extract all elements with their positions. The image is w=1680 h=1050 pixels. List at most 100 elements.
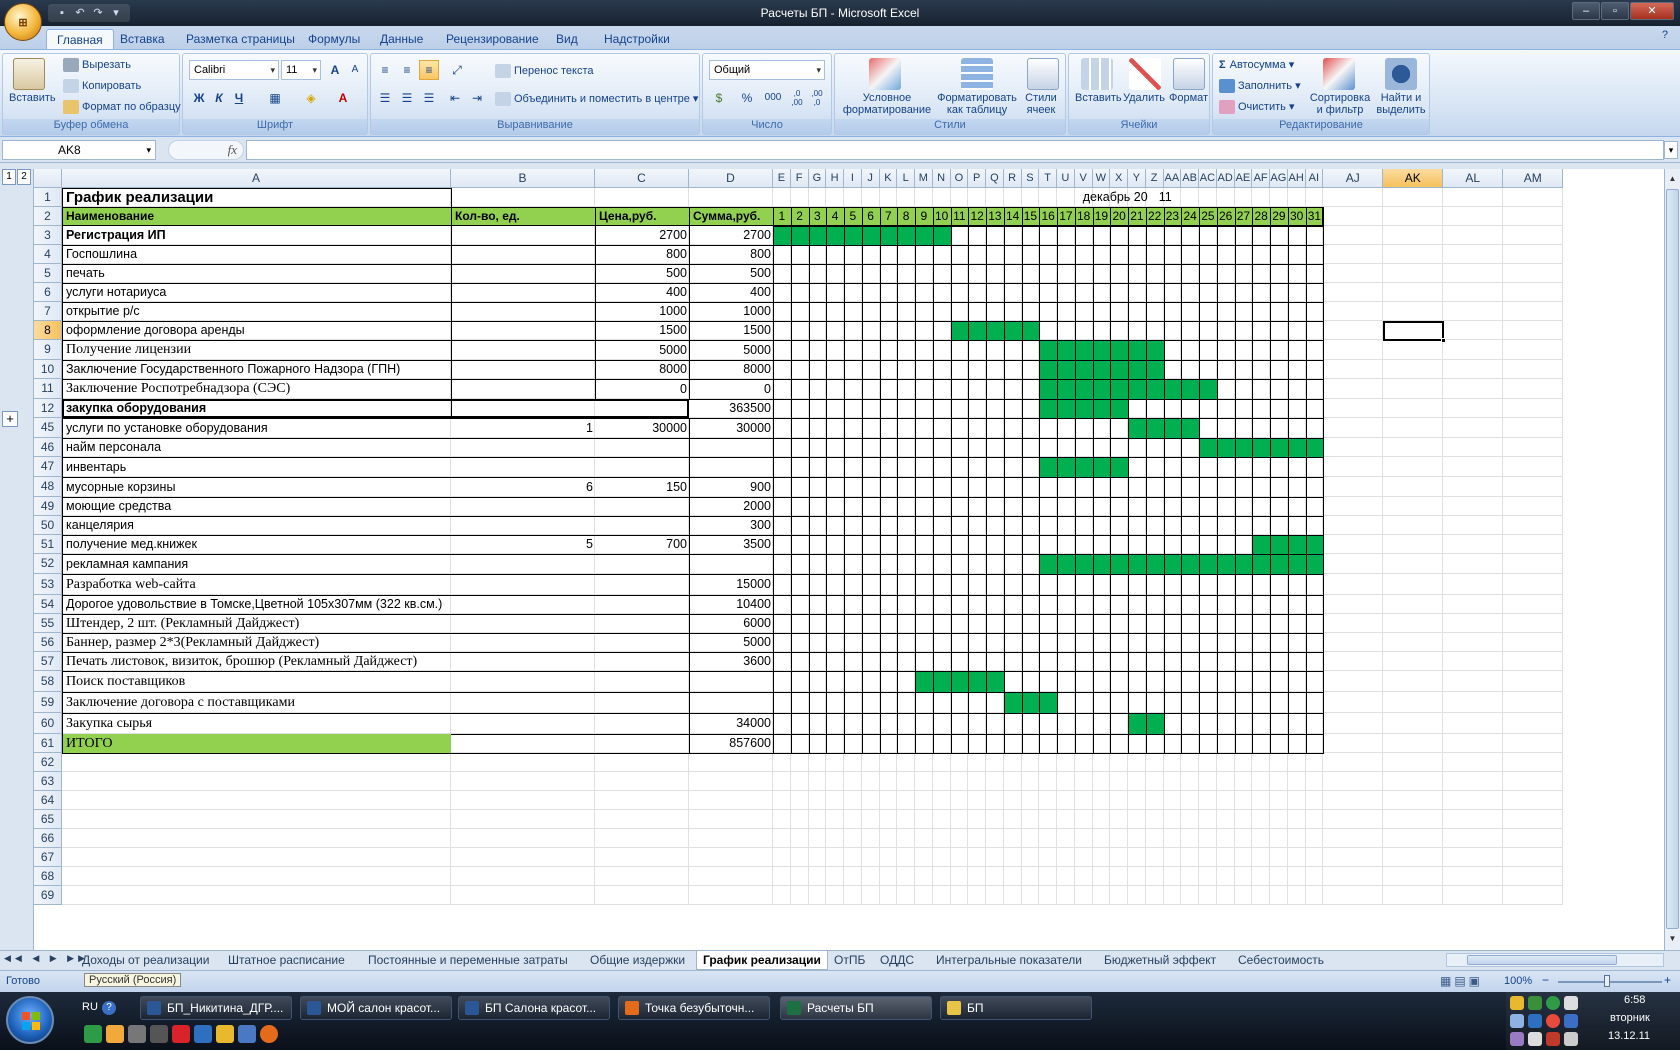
column-header[interactable]: Q [986, 169, 1004, 188]
grid-cell[interactable] [808, 848, 827, 867]
grid-cell[interactable] [451, 516, 595, 535]
grid-cell[interactable] [1383, 477, 1444, 497]
expand-formula-icon[interactable]: ▾ [1664, 141, 1678, 159]
grid-cell[interactable] [1503, 633, 1564, 652]
grid-cell[interactable] [451, 321, 595, 340]
grid-cell[interactable] [897, 829, 915, 848]
grid-cell[interactable] [1443, 188, 1504, 207]
grid-cell[interactable] [1110, 772, 1128, 791]
grid-cell[interactable] [1145, 867, 1164, 886]
grid-cell[interactable] [1323, 671, 1384, 692]
grid-cell[interactable] [1145, 791, 1164, 810]
copy-button[interactable]: Копировать [63, 79, 141, 93]
scroll-down-icon[interactable]: ▼ [1666, 931, 1679, 947]
row-header[interactable]: 67 [34, 848, 62, 867]
grid-cell[interactable] [950, 188, 969, 207]
undo-icon[interactable]: ↶ [72, 6, 88, 20]
formula-input[interactable] [246, 140, 1664, 160]
grid-cell[interactable] [451, 226, 595, 245]
grid-cell[interactable] [1216, 791, 1235, 810]
grid-cell[interactable] [1383, 614, 1444, 633]
grid-cell[interactable] [451, 734, 595, 753]
grid-cell[interactable] [773, 810, 791, 829]
grid-cell[interactable] [451, 554, 595, 574]
grid-cell[interactable] [1383, 886, 1444, 905]
grid-cell[interactable] [790, 188, 809, 207]
grid-cell[interactable] [1199, 188, 1217, 207]
grid-cell[interactable] [773, 188, 791, 207]
grid-cell[interactable] [689, 671, 773, 692]
grid-cell[interactable] [451, 574, 595, 595]
grid-cell[interactable] [1021, 772, 1040, 791]
grid-cell[interactable] [1323, 264, 1384, 283]
language-indicator[interactable]: RU [82, 1001, 98, 1013]
grid-cell[interactable] [1021, 188, 1040, 207]
grid-cell[interactable] [1383, 226, 1444, 245]
grid-cell[interactable] [1443, 554, 1504, 574]
grid-cell[interactable] [1383, 554, 1444, 574]
grid-cell[interactable] [1323, 188, 1384, 207]
ribbon-tab[interactable]: Вставка [110, 29, 175, 50]
grid-cell[interactable] [1057, 791, 1075, 810]
grid-cell[interactable] [1323, 321, 1384, 340]
grid-cell[interactable] [1323, 438, 1384, 457]
wrap-text-button[interactable]: Перенос текста [495, 64, 594, 78]
grid-cell[interactable] [1443, 321, 1504, 340]
column-header[interactable]: AD [1216, 169, 1235, 188]
grid-cell[interactable] [1383, 438, 1444, 457]
grid-cell[interactable] [932, 753, 951, 772]
grid-cell[interactable] [1443, 848, 1504, 867]
grid-cell[interactable] [861, 188, 880, 207]
grid-cell[interactable] [986, 791, 1004, 810]
grid-cell[interactable] [1287, 848, 1306, 867]
grid-cell[interactable] [1383, 457, 1444, 477]
grid-cell[interactable] [986, 867, 1004, 886]
quick-launch-explorer-icon[interactable] [106, 1025, 124, 1043]
grid-cell[interactable] [879, 188, 898, 207]
grid-cell[interactable] [986, 829, 1004, 848]
orientation-icon[interactable]: ⤢ [447, 60, 467, 80]
grid-cell[interactable] [1003, 829, 1022, 848]
taskbar-item[interactable]: МОЙ салон красот... [300, 996, 452, 1020]
grid-cell[interactable] [1003, 753, 1022, 772]
grid-cell[interactable] [1270, 810, 1288, 829]
grid-cell[interactable] [1128, 753, 1146, 772]
grid-cell[interactable] [1443, 457, 1504, 477]
grid-cell[interactable] [1057, 810, 1075, 829]
grid-cell[interactable] [595, 457, 689, 477]
format-cells-button[interactable]: Формат [1169, 92, 1208, 104]
grid-cell[interactable] [451, 810, 595, 829]
grid-cell[interactable] [1128, 867, 1146, 886]
grid-cell[interactable] [950, 772, 969, 791]
grid-cell[interactable] [1057, 848, 1075, 867]
grid-cell[interactable] [1252, 753, 1270, 772]
tray-icon-3[interactable] [1546, 996, 1560, 1010]
grid-cell[interactable] [451, 595, 595, 614]
decrease-decimal-button[interactable]: ,00 ,0 [807, 88, 827, 108]
sort-filter-button[interactable]: Сортировка и фильтр [1307, 92, 1373, 116]
grid-cell[interactable] [689, 188, 773, 207]
grid-cell[interactable] [1383, 671, 1444, 692]
grid-cell[interactable] [1199, 829, 1217, 848]
grid-cell[interactable] [1503, 226, 1564, 245]
grid-cell[interactable] [1503, 477, 1564, 497]
grid-cell[interactable] [1163, 753, 1182, 772]
cell-styles-button[interactable]: Стили ячеек [1019, 92, 1063, 116]
insert-cells-button[interactable]: Вставить [1075, 92, 1122, 104]
grid-cell[interactable] [1503, 848, 1564, 867]
grid-cell[interactable] [1021, 867, 1040, 886]
grid-cell[interactable] [1003, 886, 1022, 905]
grid-cell[interactable] [1110, 791, 1128, 810]
grid-cell[interactable] [1128, 772, 1146, 791]
row-header[interactable]: 53 [34, 574, 62, 595]
grid-cell[interactable] [1503, 867, 1564, 886]
grid-cell[interactable] [1252, 791, 1270, 810]
grid-cell[interactable] [1252, 188, 1270, 207]
format-painter-button[interactable]: Формат по образцу [63, 100, 181, 114]
grid-cell[interactable] [1323, 829, 1384, 848]
grid-cell[interactable] [1199, 886, 1217, 905]
zoom-slider[interactable] [1558, 981, 1662, 983]
grid-cell[interactable] [1383, 379, 1444, 399]
grid-cell[interactable] [1443, 633, 1504, 652]
column-header[interactable]: D [689, 169, 773, 188]
